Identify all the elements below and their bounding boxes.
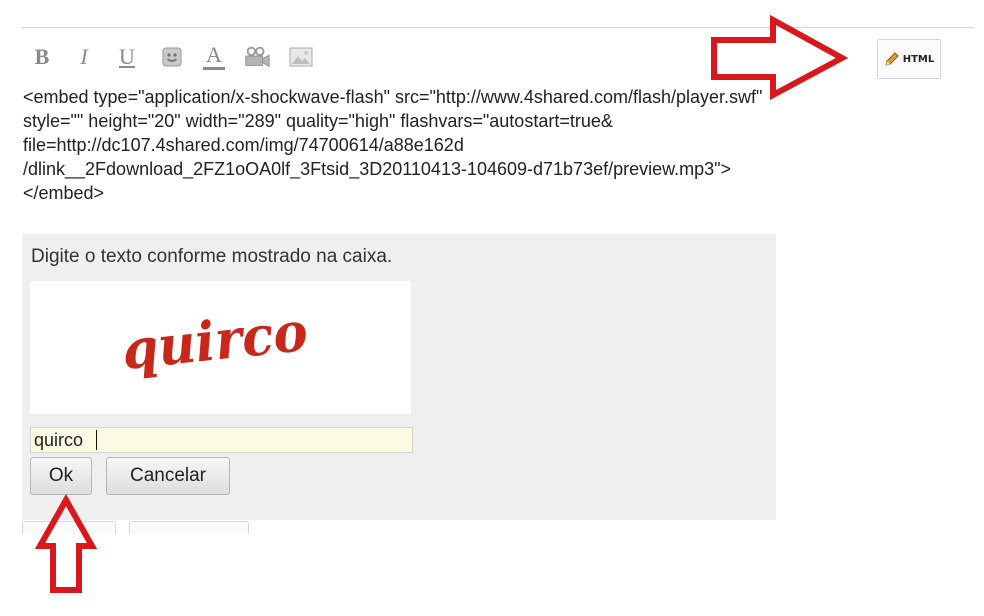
pencil-icon bbox=[885, 52, 899, 66]
video-icon bbox=[245, 46, 270, 68]
captcha-image-text: quirco bbox=[119, 299, 311, 382]
image-icon bbox=[289, 47, 313, 67]
html-source-editor[interactable]: <embed type="application/x-shockwave-fla… bbox=[23, 85, 953, 205]
image-button[interactable] bbox=[287, 40, 315, 74]
captcha-image: quirco bbox=[30, 281, 411, 414]
text-color-label: A bbox=[206, 42, 222, 67]
cancel-button[interactable]: Cancelar bbox=[106, 457, 230, 495]
ok-button[interactable]: Ok bbox=[30, 457, 92, 495]
html-mode-label: HTML bbox=[902, 53, 935, 65]
hidden-button-right bbox=[129, 521, 249, 534]
smiley-icon bbox=[162, 47, 182, 67]
smiley-button[interactable] bbox=[158, 40, 186, 74]
html-mode-button[interactable]: HTML bbox=[877, 39, 941, 79]
hidden-button-left bbox=[22, 521, 116, 534]
text-color-icon: A bbox=[202, 42, 226, 72]
captcha-prompt: Digite o texto conforme mostrado na caix… bbox=[31, 246, 393, 267]
italic-button[interactable]: I bbox=[70, 40, 98, 74]
video-button[interactable] bbox=[243, 40, 271, 74]
toolbar-top-rule bbox=[22, 27, 974, 28]
text-cursor bbox=[96, 430, 97, 450]
underline-button[interactable]: U bbox=[113, 40, 141, 74]
text-color-button[interactable]: A bbox=[200, 40, 228, 74]
bold-button[interactable]: B bbox=[28, 40, 56, 74]
captcha-answer-input[interactable] bbox=[30, 427, 413, 453]
editor-toolbar: B I U A bbox=[22, 36, 952, 80]
